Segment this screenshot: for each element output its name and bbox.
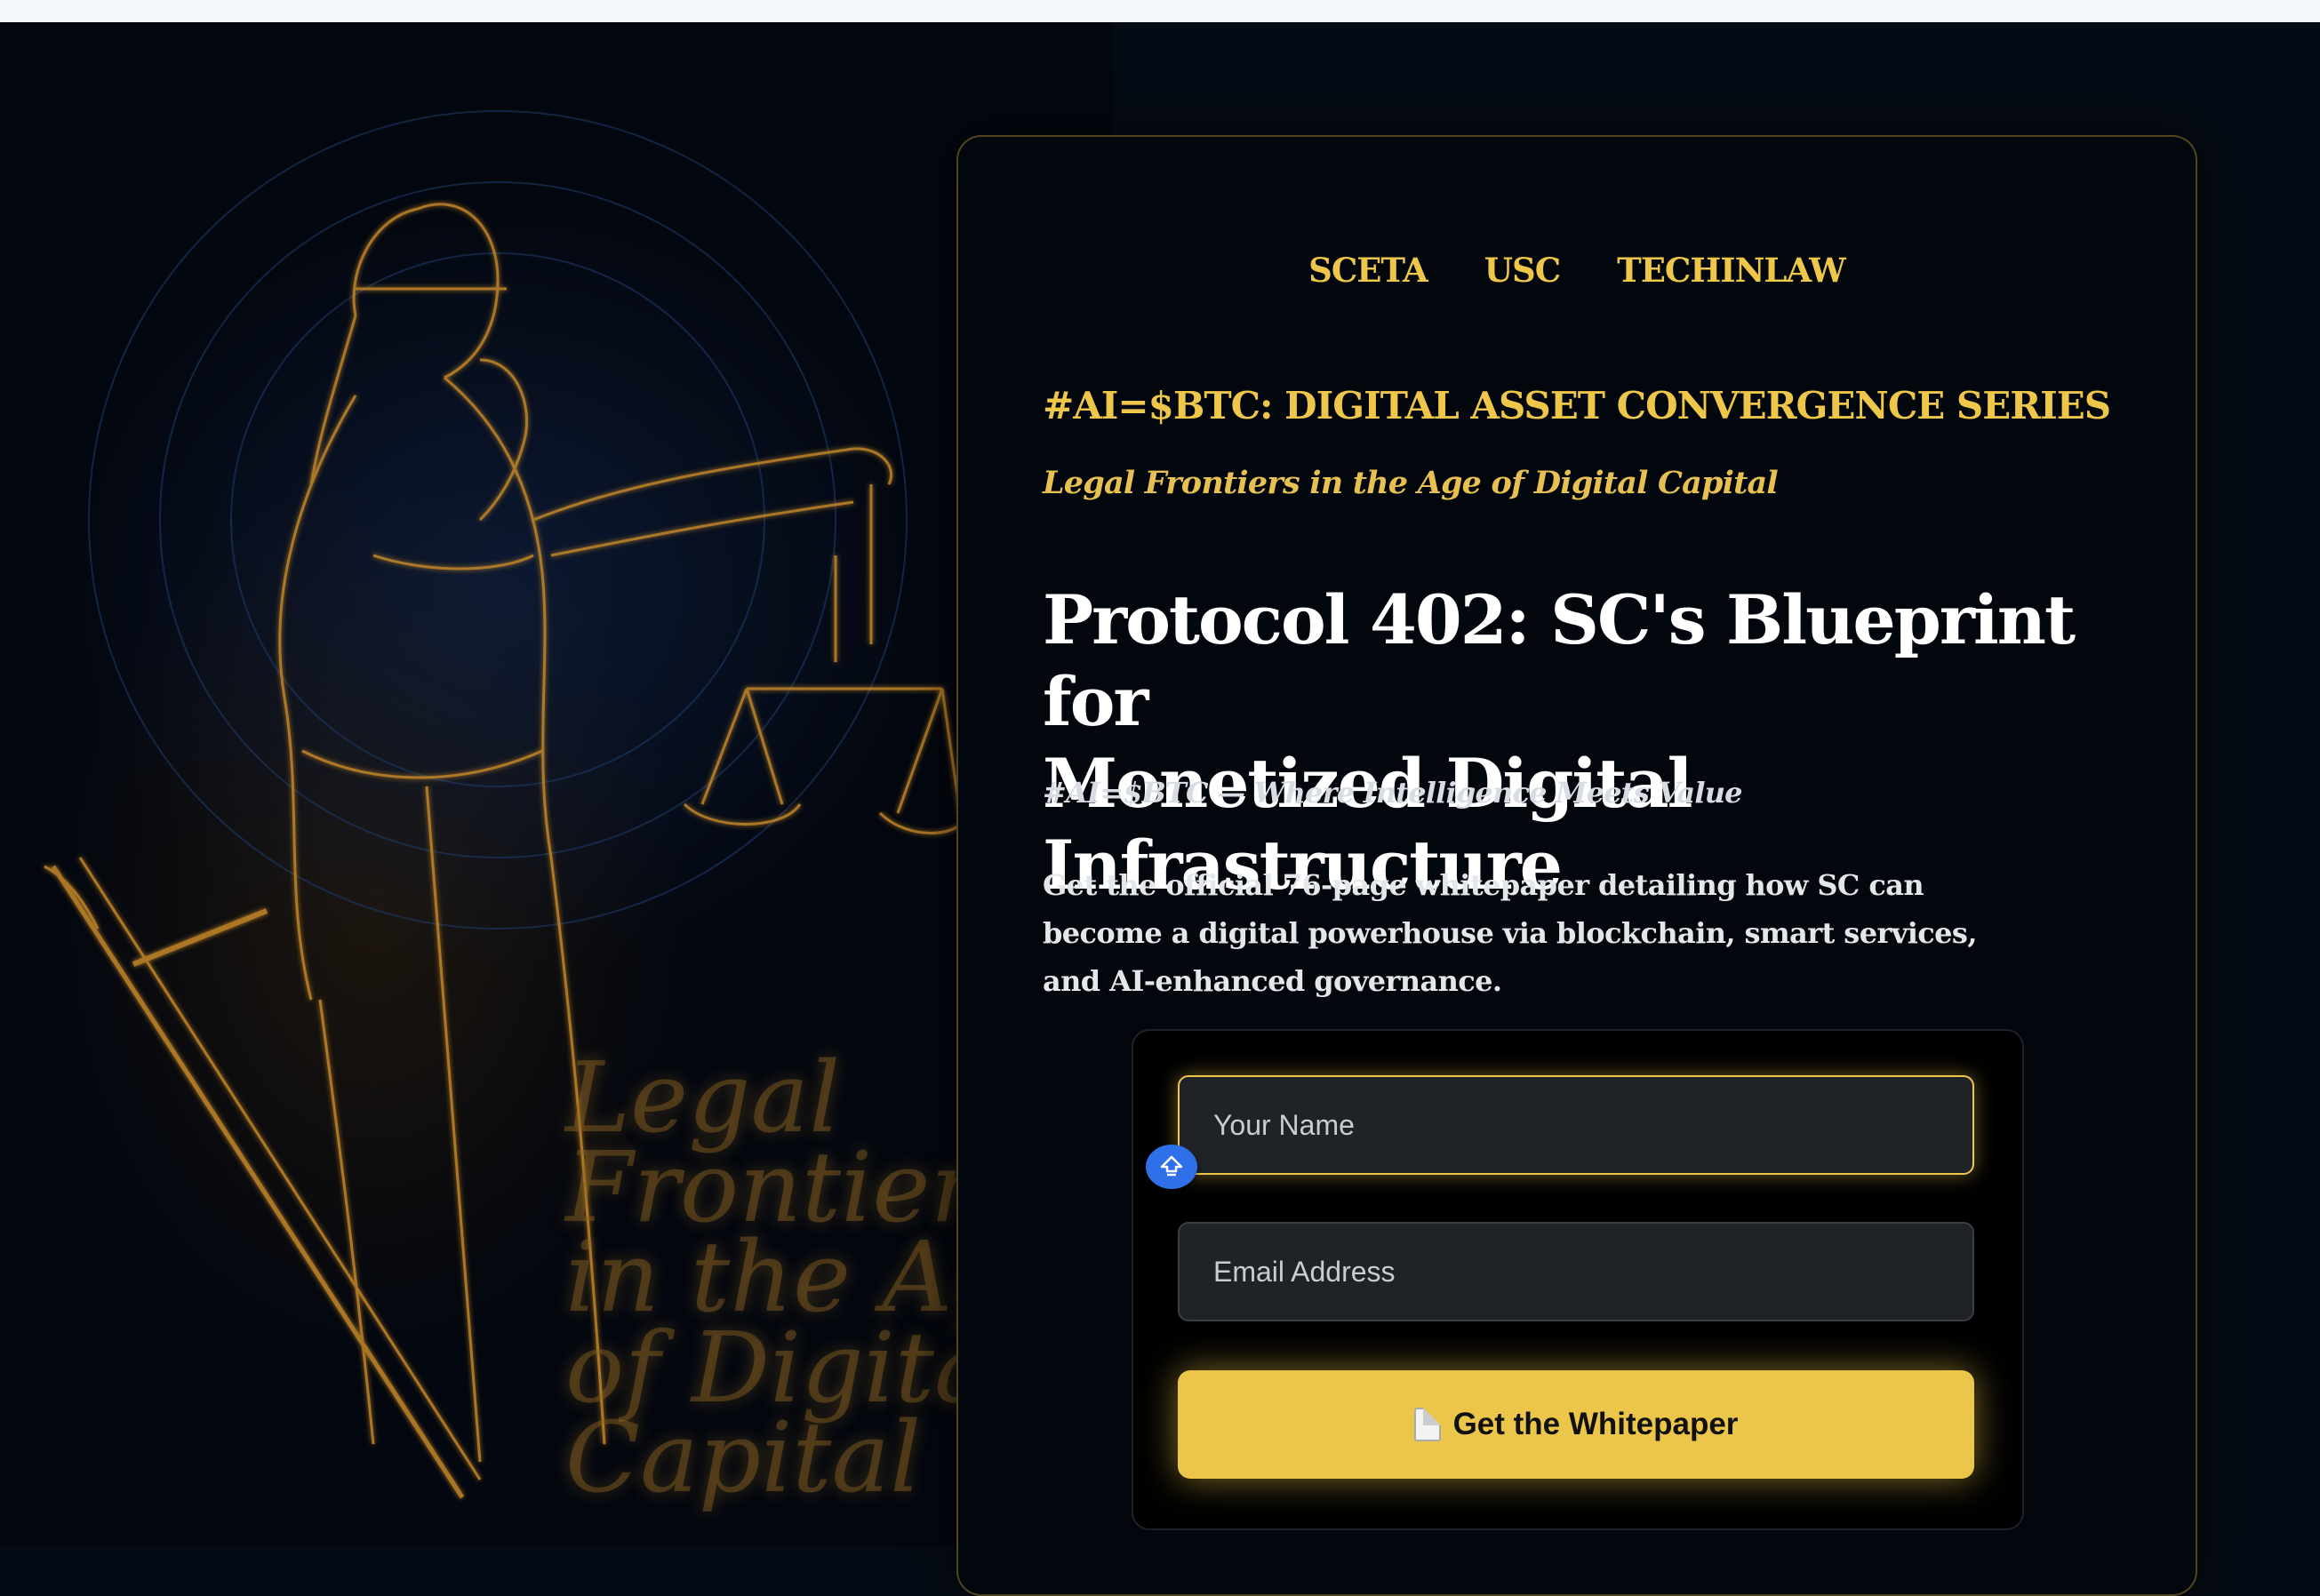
brand-sceta: SCETA (1308, 251, 1428, 290)
get-whitepaper-label: Get the Whitepaper (1452, 1407, 1739, 1441)
name-input[interactable] (1178, 1075, 1974, 1175)
password-manager-badge[interactable] (1146, 1145, 1197, 1189)
title-line-1: Protocol 402: SC's Blueprint for (1043, 580, 2076, 741)
tagline: #AI=$BTC — Where Intelligence Meets Valu… (1043, 776, 1743, 810)
description: Get the official 76-page whitepaper deta… (1043, 868, 1977, 998)
document-icon (1413, 1408, 1441, 1441)
series-subtitle: Legal Frontiers in the Age of Digital Ca… (1043, 465, 1779, 501)
autofill-icon (1160, 1155, 1183, 1177)
brand-techinlaw: TECHINLAW (1617, 251, 1846, 290)
series-title: #AI=$BTC: DIGITAL ASSET CONVERGENCE SERI… (1043, 384, 2111, 427)
brand-usc: USC (1484, 251, 1561, 290)
email-input[interactable] (1178, 1222, 1974, 1321)
get-whitepaper-button[interactable]: Get the Whitepaper (1178, 1370, 1974, 1479)
signup-form: Get the Whitepaper (1132, 1029, 2024, 1530)
whitepaper-card: SCETA USC TECHINLAW #AI=$BTC: DIGITAL AS… (956, 135, 2197, 1596)
browser-top-strip (0, 0, 2320, 22)
brand-row: SCETA USC TECHINLAW (958, 251, 2196, 290)
hero-illustration: Legal Frontiers in the Age of Digital Ca… (0, 22, 1113, 1546)
page-title: Protocol 402: SC's Blueprint for Monetiz… (1043, 579, 2145, 906)
